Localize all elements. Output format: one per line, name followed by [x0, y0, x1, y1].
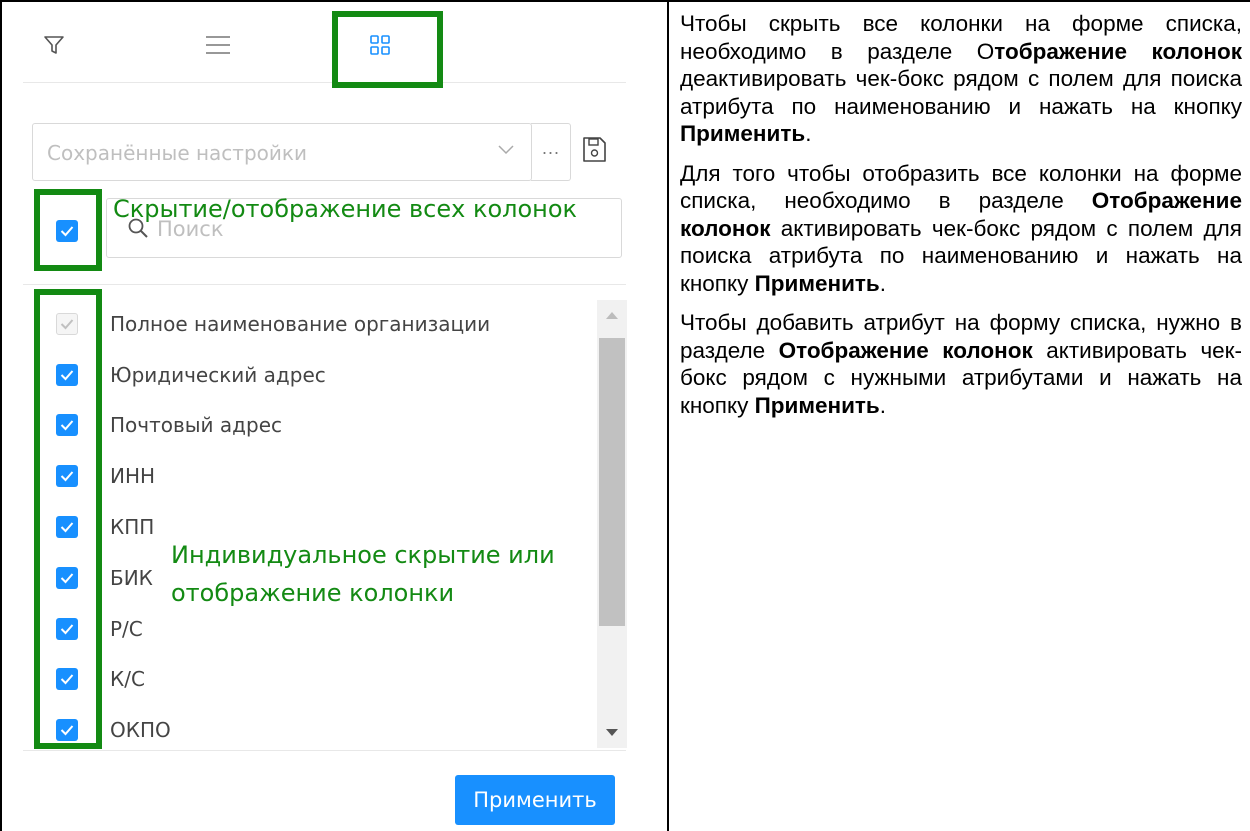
column-label: Почтовый адрес — [110, 413, 282, 437]
column-label: Юридический адрес — [110, 363, 326, 387]
section-divider — [23, 284, 626, 285]
saved-settings-select[interactable]: Сохранённые настройки — [32, 123, 532, 181]
scroll-down-icon[interactable] — [605, 728, 619, 738]
chevron-down-icon — [498, 145, 514, 155]
column-label: ИНН — [110, 464, 156, 488]
paragraph-hide-all: Чтобы скрыть все колонки на форме списка… — [680, 11, 1242, 146]
instructions-text: Чтобы скрыть все колонки на форме списка… — [680, 10, 1242, 431]
tab-filter[interactable] — [39, 30, 69, 60]
save-settings-button[interactable] — [581, 136, 609, 166]
more-options-button[interactable]: ··· — [531, 123, 571, 181]
save-icon — [583, 137, 606, 162]
column-settings-panel: Сохранённые настройки ··· Поиск Скрытие/… — [3, 2, 667, 831]
apply-button[interactable]: Применить — [455, 775, 615, 825]
column-label: БИК — [110, 566, 153, 590]
table-column-divider — [667, 0, 669, 831]
section-divider — [23, 750, 626, 751]
column-label: ОКПО — [110, 718, 171, 742]
scrollbar-thumb[interactable] — [599, 338, 625, 626]
paragraph-add-attribute: Чтобы добавить атрибут на форму списка, … — [680, 310, 1243, 418]
annotation-select-all: Скрытие/отображение всех колонок — [113, 195, 578, 223]
paragraph-show-all: Для того чтобы отобразить все колонки на… — [680, 160, 1242, 296]
filter-icon — [44, 36, 64, 54]
scroll-up-icon[interactable] — [605, 310, 619, 320]
annotation-individual-line1: Индивидуальное скрытие или — [171, 541, 555, 569]
list-icon — [206, 36, 230, 54]
column-label: КПП — [110, 515, 155, 539]
column-checkboxes-highlight — [34, 289, 102, 749]
table-left-border — [0, 0, 2, 831]
column-label: Полное наименование организации — [110, 312, 491, 336]
active-tab-highlight — [332, 11, 443, 88]
tab-list[interactable] — [203, 30, 233, 60]
column-label: К/С — [110, 667, 145, 691]
annotation-individual-line2: отображение колонки — [171, 579, 455, 607]
settings-tab-bar — [23, 2, 626, 83]
document-table: Сохранённые настройки ··· Поиск Скрытие/… — [0, 0, 1250, 831]
saved-settings-placeholder: Сохранённые настройки — [47, 141, 307, 165]
column-label: Р/С — [110, 617, 143, 641]
select-all-highlight — [34, 189, 102, 271]
